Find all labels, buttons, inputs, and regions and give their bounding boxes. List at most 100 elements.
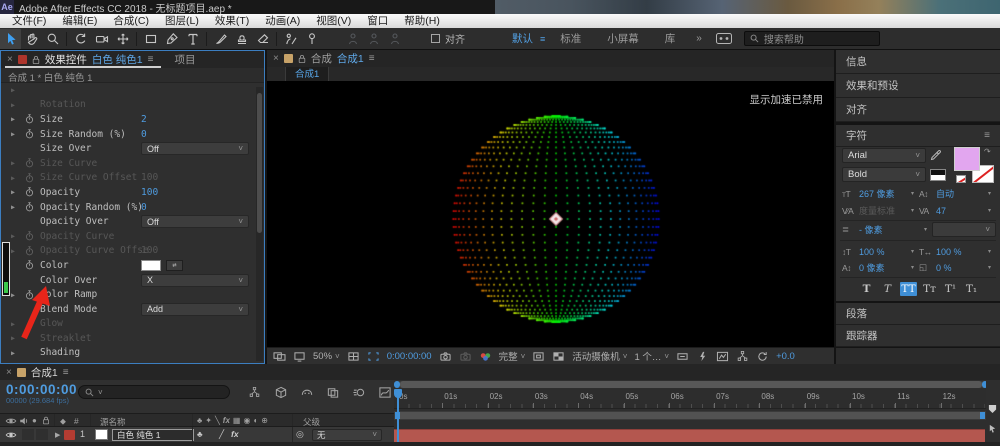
3d-column-icon[interactable]: ⊕: [261, 416, 268, 425]
property-dropdown[interactable]: Off ˅: [141, 142, 249, 156]
grid-guides-icon[interactable]: [347, 351, 360, 362]
panel-menu-icon[interactable]: ≡: [984, 130, 990, 141]
reset-exposure-icon[interactable]: [756, 351, 769, 362]
expander-icon[interactable]: ▶: [11, 130, 25, 138]
label-color-chip[interactable]: [17, 55, 27, 64]
menu-item[interactable]: 动画(A): [257, 14, 308, 28]
layer-fx-switch[interactable]: fx: [231, 429, 239, 439]
view-select[interactable]: 活动摄像机 ˅: [572, 349, 627, 364]
shy-layers-icon[interactable]: [298, 384, 315, 400]
character-panel-header[interactable]: 字符 ≡: [836, 125, 1000, 147]
panel-menu-icon[interactable]: ≡: [63, 367, 69, 378]
menu-item[interactable]: 编辑(E): [54, 14, 105, 28]
fill-color-swatch[interactable]: [954, 147, 980, 171]
layer-name[interactable]: 白色 纯色 1: [112, 428, 194, 441]
tab-effect-controls[interactable]: 效果控件: [45, 52, 87, 67]
tracking-value[interactable]: 47: [936, 206, 988, 216]
close-icon[interactable]: ×: [6, 367, 12, 378]
property-value[interactable]: 2: [141, 114, 147, 125]
timeline-navigator-bar[interactable]: [394, 381, 988, 388]
hand-tool[interactable]: [21, 29, 42, 49]
primary-viewer-icon[interactable]: [293, 351, 306, 362]
subscript-button[interactable]: T₁: [963, 282, 980, 296]
magnification-select[interactable]: 50% ˅: [313, 351, 340, 362]
panel-menu-icon[interactable]: ≡: [148, 54, 154, 65]
stopwatch-icon[interactable]: [25, 187, 40, 197]
expander-icon[interactable]: ▶: [11, 232, 25, 240]
default-fill-stroke-icon[interactable]: [930, 169, 946, 181]
property-dropdown[interactable]: Add ˅: [141, 302, 249, 316]
parent-select[interactable]: 无 ˅: [312, 428, 382, 441]
label-color-chip[interactable]: [283, 54, 293, 63]
pen-tool[interactable]: [161, 29, 182, 49]
swap-fill-stroke-icon[interactable]: ↷: [984, 147, 991, 156]
eraser-tool[interactable]: [252, 29, 273, 49]
camera-tool[interactable]: [91, 29, 112, 49]
panel-header-效果和预设[interactable]: 效果和预设: [836, 74, 1000, 98]
expander-icon[interactable]: ▶: [11, 174, 25, 182]
eyedropper-icon[interactable]: [930, 149, 942, 161]
panel-header-信息[interactable]: 信息: [836, 50, 1000, 74]
faux-bold-button[interactable]: T: [858, 282, 875, 296]
roto-brush-tool[interactable]: [280, 29, 301, 49]
workspace-overflow[interactable]: »: [688, 33, 710, 44]
font-size-value[interactable]: 267 像素: [859, 187, 911, 200]
tab-project[interactable]: 项目: [174, 52, 195, 67]
workspace-tab[interactable]: 默认: [499, 31, 546, 46]
region-of-interest-icon[interactable]: [367, 351, 380, 362]
stopwatch-icon[interactable]: [25, 231, 40, 241]
menu-item[interactable]: 图层(L): [157, 14, 207, 28]
panel-header-对齐[interactable]: 对齐: [836, 98, 1000, 122]
stopwatch-icon[interactable]: [25, 158, 40, 168]
stopwatch-icon[interactable]: [25, 202, 40, 212]
pixel-aspect-icon[interactable]: [676, 351, 689, 362]
current-time-block[interactable]: 0:00:00:00 00000 (29.684 fps): [6, 382, 77, 405]
menu-item[interactable]: 视图(V): [308, 14, 359, 28]
flowchart-button-icon[interactable]: [736, 350, 749, 362]
layer-solid-swatch[interactable]: [95, 428, 108, 440]
always-preview-icon[interactable]: [273, 351, 286, 362]
resolution-select[interactable]: 完整 ˅: [499, 349, 526, 364]
tsume-value[interactable]: 0 %: [936, 263, 988, 273]
stroke-width-value[interactable]: - 像素: [859, 223, 924, 236]
kerning-value[interactable]: 度量标准: [859, 204, 911, 217]
expander-icon[interactable]: ▶: [11, 247, 25, 255]
timeline-button-icon[interactable]: [716, 351, 729, 362]
property-dropdown[interactable]: X ˅: [141, 273, 249, 287]
panel-menu-icon[interactable]: ≡: [369, 53, 375, 64]
brush-tool[interactable]: [210, 29, 231, 49]
expander-icon[interactable]: ▶: [11, 203, 25, 211]
text-tool[interactable]: [182, 29, 203, 49]
expander-icon[interactable]: ▶: [11, 86, 25, 94]
property-dropdown[interactable]: Off ˅: [141, 215, 249, 229]
clone-stamp-tool[interactable]: [231, 29, 252, 49]
close-icon[interactable]: ×: [7, 54, 13, 65]
font-style-select[interactable]: Bold ˅: [842, 167, 926, 182]
stopwatch-icon[interactable]: [25, 260, 40, 270]
target-region-icon[interactable]: [532, 351, 545, 362]
audio-cell[interactable]: [22, 429, 34, 440]
panel-header-段落[interactable]: 段落: [836, 303, 1000, 325]
baseline-shift-value[interactable]: 0 像素: [859, 261, 911, 274]
no-fill-chip[interactable]: [956, 175, 966, 183]
graph-editor-icon[interactable]: [376, 384, 393, 400]
close-icon[interactable]: ×: [273, 53, 279, 64]
stroke-style-select[interactable]: ˅: [932, 222, 996, 237]
layer-quality-switch[interactable]: ♣: [197, 429, 203, 439]
timeline-search-input[interactable]: ˅: [78, 385, 230, 399]
property-value[interactable]: 100: [141, 245, 158, 256]
expander-icon[interactable]: ▶: [11, 349, 25, 357]
draft-3d-icon[interactable]: [272, 384, 289, 400]
menu-item[interactable]: 帮助(H): [396, 14, 448, 28]
exposure-value[interactable]: +0.0: [776, 351, 795, 362]
menu-item[interactable]: 效果(T): [207, 14, 257, 28]
help-search-input[interactable]: 搜索帮助: [743, 31, 880, 46]
pan-behind-tool[interactable]: [112, 29, 133, 49]
font-family-select[interactable]: Arial ˅: [842, 148, 926, 163]
all-caps-button[interactable]: TT: [900, 281, 917, 296]
fast-previews-icon[interactable]: [696, 351, 709, 362]
puppet-pin-tool[interactable]: [301, 29, 322, 49]
playhead-handle[interactable]: [394, 389, 402, 398]
menu-item[interactable]: 文件(F): [4, 14, 54, 28]
scrollbar[interactable]: [256, 87, 263, 361]
